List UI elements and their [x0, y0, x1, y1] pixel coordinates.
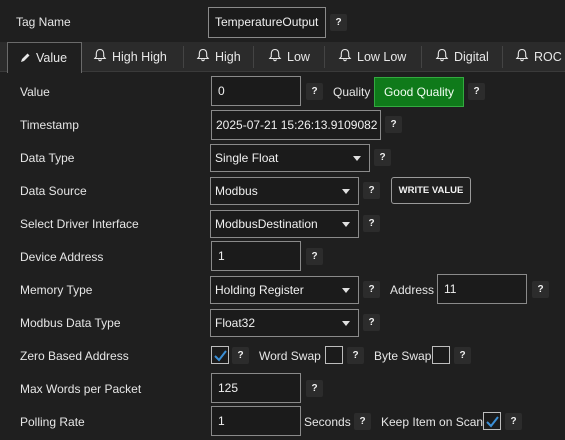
- tag-name-help-button[interactable]: ?: [330, 14, 347, 31]
- tab-low-low[interactable]: Low Low: [334, 42, 406, 72]
- tag-name-label: Tag Name: [16, 15, 71, 29]
- tab-low-label: Low: [287, 50, 310, 64]
- polling-rate-help-button[interactable]: ?: [354, 413, 371, 430]
- chevron-down-icon: [342, 321, 350, 326]
- data-type-value: Single Float: [215, 151, 279, 165]
- quality-help-button[interactable]: ?: [468, 83, 485, 100]
- device-address-help-button[interactable]: ?: [306, 248, 323, 265]
- polling-rate-label: Polling Rate: [20, 415, 85, 429]
- value-label: Value: [20, 85, 50, 99]
- tab-separator: [324, 46, 325, 68]
- tab-separator: [502, 46, 503, 68]
- device-address-label: Device Address: [20, 250, 104, 264]
- tab-separator: [253, 46, 254, 68]
- polling-rate-input[interactable]: 1: [211, 406, 301, 436]
- timestamp-label: Timestamp: [20, 118, 79, 132]
- address-label: Address: [390, 283, 435, 297]
- data-source-value: Modbus: [215, 184, 258, 198]
- keep-on-scan-label: Keep Item on Scan: [381, 415, 484, 429]
- max-words-help-button[interactable]: ?: [306, 380, 323, 397]
- chevron-down-icon: [342, 288, 350, 293]
- memory-type-label: Memory Type: [20, 283, 93, 297]
- bell-icon: [435, 43, 449, 73]
- tab-separator: [421, 46, 422, 68]
- word-swap-checkbox[interactable]: [325, 346, 343, 364]
- address-input[interactable]: 11: [437, 274, 527, 304]
- tab-separator: [183, 46, 184, 68]
- checkmark-icon: [214, 350, 227, 362]
- zero-based-checkbox[interactable]: [211, 346, 229, 364]
- tab-digital-label: Digital: [454, 50, 489, 64]
- tab-low[interactable]: Low: [264, 42, 310, 72]
- memory-type-help-button[interactable]: ?: [363, 281, 380, 298]
- chevron-down-icon: [342, 189, 350, 194]
- tab-low-low-label: Low Low: [357, 50, 407, 64]
- write-value-button[interactable]: WRITE VALUE: [391, 177, 471, 204]
- tab-high-high-label: High High: [112, 50, 167, 64]
- data-type-select[interactable]: Single Float: [210, 144, 370, 172]
- zero-based-help-button[interactable]: ?: [232, 347, 249, 364]
- data-type-help-button[interactable]: ?: [374, 149, 391, 166]
- quality-label: Quality: [333, 85, 371, 99]
- tab-high[interactable]: High: [192, 42, 241, 72]
- modbus-data-type-help-button[interactable]: ?: [363, 314, 380, 331]
- modbus-data-type-value: Float32: [215, 316, 256, 330]
- driver-interface-label: Select Driver Interface: [20, 217, 139, 231]
- max-words-input[interactable]: 125: [211, 373, 301, 403]
- tab-roc-label: ROC: [534, 50, 562, 64]
- bell-icon: [268, 43, 282, 73]
- tab-value[interactable]: Value: [7, 42, 82, 73]
- bell-icon: [515, 43, 529, 73]
- driver-interface-value: ModbusDestination: [215, 217, 318, 231]
- quality-badge: Good Quality: [374, 77, 464, 107]
- bell-icon: [93, 43, 107, 73]
- driver-interface-help-button[interactable]: ?: [363, 215, 380, 232]
- keep-on-scan-help-button[interactable]: ?: [505, 413, 522, 430]
- word-swap-help-button[interactable]: ?: [347, 347, 364, 364]
- bell-icon: [338, 43, 352, 73]
- timestamp-help-button[interactable]: ?: [385, 116, 402, 133]
- checkmark-icon: [486, 416, 499, 428]
- byte-swap-label: Byte Swap: [374, 349, 432, 363]
- chevron-down-icon: [342, 222, 350, 227]
- data-source-label: Data Source: [20, 184, 87, 198]
- keep-on-scan-checkbox[interactable]: [483, 412, 501, 430]
- tab-value-label: Value: [36, 51, 68, 65]
- byte-swap-checkbox[interactable]: [432, 346, 450, 364]
- tab-high-label: High: [215, 50, 241, 64]
- memory-type-value: Holding Register: [215, 283, 304, 297]
- modbus-data-type-select[interactable]: Float32: [210, 309, 359, 337]
- pencil-icon: [20, 44, 31, 74]
- address-help-button[interactable]: ?: [532, 281, 549, 298]
- device-address-input[interactable]: 1: [211, 241, 301, 271]
- data-type-label: Data Type: [20, 151, 75, 165]
- word-swap-label: Word Swap: [259, 349, 321, 363]
- byte-swap-help-button[interactable]: ?: [454, 347, 471, 364]
- tag-name-input[interactable]: TemperatureOutput: [208, 7, 326, 38]
- value-input[interactable]: 0: [211, 76, 301, 106]
- zero-based-label: Zero Based Address: [20, 349, 129, 363]
- modbus-data-type-label: Modbus Data Type: [20, 316, 121, 330]
- data-source-help-button[interactable]: ?: [363, 182, 380, 199]
- timestamp-input[interactable]: 2025-07-21 15:26:13.9109082: [211, 110, 381, 140]
- data-source-select[interactable]: Modbus: [210, 177, 359, 205]
- bell-icon: [196, 43, 210, 73]
- driver-interface-select[interactable]: ModbusDestination: [210, 210, 359, 238]
- value-help-button[interactable]: ?: [306, 83, 323, 100]
- polling-rate-unit: Seconds: [304, 415, 351, 429]
- tab-high-high[interactable]: High High: [88, 42, 167, 72]
- tab-roc[interactable]: ROC: [511, 42, 562, 72]
- chevron-down-icon: [353, 156, 361, 161]
- memory-type-select[interactable]: Holding Register: [210, 276, 359, 304]
- tab-digital[interactable]: Digital: [431, 42, 489, 72]
- max-words-label: Max Words per Packet: [20, 382, 142, 396]
